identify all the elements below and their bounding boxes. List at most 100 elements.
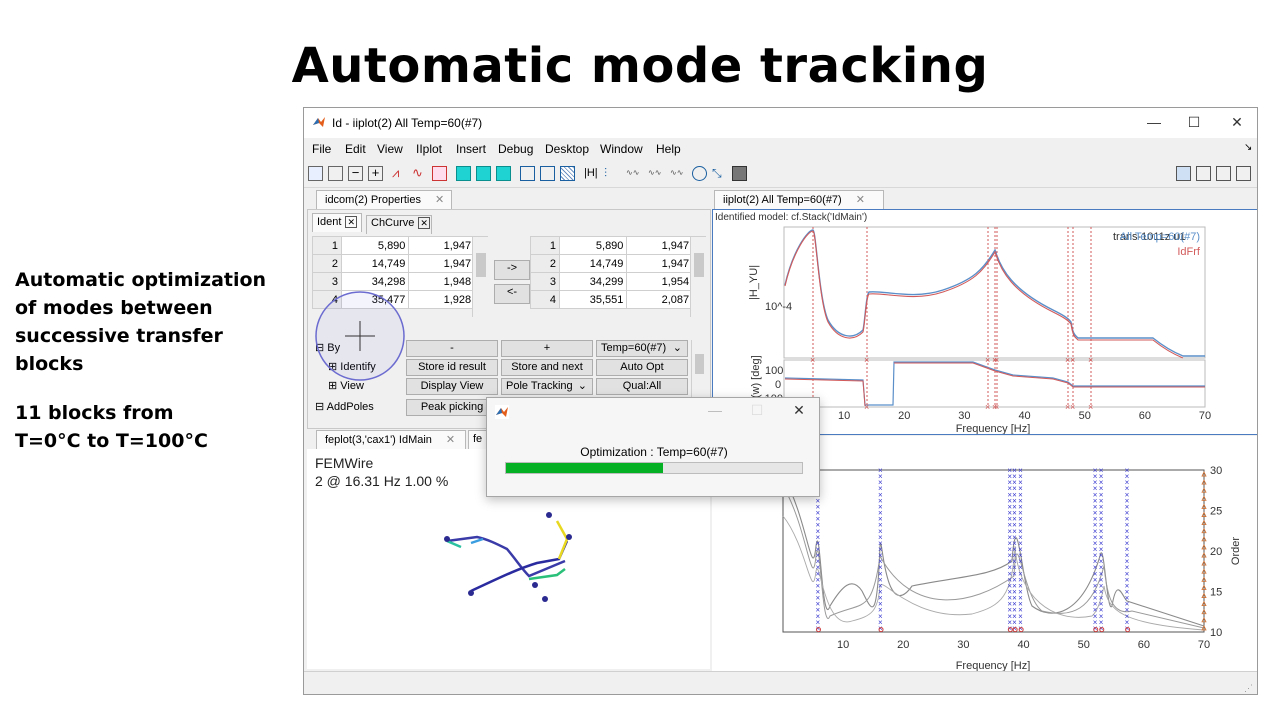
side-line: blocks [15, 353, 84, 375]
close-subtab-icon[interactable]: ✕ [345, 216, 358, 228]
mode-icon-2[interactable]: ∿∿ [648, 166, 663, 181]
refresh-icon[interactable] [432, 166, 447, 181]
pole-marker: × [985, 402, 990, 412]
x-axis-label: Frequency [Hz] [956, 660, 1031, 671]
zoom-in-icon[interactable]: + [368, 166, 383, 181]
close-tab-icon[interactable]: ✕ [435, 194, 444, 206]
dock-arrow-icon[interactable]: ↘ [1244, 142, 1252, 153]
maximize-button[interactable]: ☐ [747, 402, 767, 419]
tab-iiplot[interactable]: iiplot(2) All Temp=60(#7) ✕ [714, 190, 884, 209]
stack-icon[interactable] [540, 166, 555, 181]
resize-grip-icon[interactable]: ⋰ [1244, 683, 1253, 694]
peak-picking-button[interactable]: Peak picking [406, 399, 498, 416]
grid-layout-icon[interactable] [1176, 166, 1191, 181]
fit-icon[interactable]: ∿ [412, 166, 427, 181]
rotate-icon[interactable] [692, 166, 707, 181]
pole-marker-icon[interactable]: ⫶ [604, 166, 619, 181]
phase-tick-label: 100 [765, 365, 783, 377]
subtab-chcurve[interactable]: ChCurve ✕ [366, 215, 432, 234]
close-tab-icon[interactable]: ✕ [446, 434, 455, 446]
horizontal-layout-icon[interactable] [1216, 166, 1231, 181]
close-tab-icon[interactable]: ✕ [856, 194, 865, 206]
maximize-button[interactable]: ☐ [1184, 114, 1204, 131]
table-left-scrollbar[interactable] [472, 237, 489, 317]
table-row[interactable]: 2 14,749 1,947 % [312, 254, 488, 273]
table-row[interactable]: 1 5,890 1,947 % [530, 236, 706, 255]
y-tick-label: 10 [1210, 627, 1222, 639]
mode-info: 2 @ 16.31 Hz 1.00 % [315, 473, 449, 489]
scroll-thumb[interactable] [694, 253, 704, 277]
pole-tracking-select[interactable]: Pole Tracking ⌄ [501, 378, 593, 395]
menu-insert[interactable]: Insert [456, 142, 486, 156]
subtab-label: ChCurve [371, 217, 415, 229]
table-row[interactable]: 3 34,298 1,948 % [312, 272, 488, 291]
table-right-scrollbar[interactable] [690, 237, 707, 317]
scroll-thumb[interactable] [695, 354, 704, 374]
pan-icon[interactable]: ⤡ [712, 166, 727, 181]
copy-right-button[interactable]: -> [494, 260, 530, 280]
ident-table-right[interactable]: 1 5,890 1,947 % 2 14,749 1,947 % 3 34,299 1,95… [530, 236, 706, 309]
table-row[interactable]: 4 35,551 2,087 % [530, 290, 706, 309]
data-tool-icon[interactable] [328, 166, 343, 181]
table-row[interactable]: 2 14,749 1,947 % [530, 254, 706, 273]
menu-view[interactable]: View [377, 142, 403, 156]
tree-node-addpoles[interactable]: ⊟ AddPoles [315, 400, 374, 413]
tab-label: idcom(2) Properties [325, 194, 421, 206]
minimize-button[interactable]: — [1144, 114, 1164, 130]
store-id-result-button[interactable]: Store id result [406, 359, 498, 376]
mode-icon-3[interactable]: ∿∿ [670, 166, 685, 181]
layout-rows-icon[interactable] [476, 166, 491, 181]
pole-marker: × [994, 355, 999, 365]
menu-edit[interactable]: Edit [345, 142, 366, 156]
temp-select[interactable]: Temp=60(#7) ⌄ [596, 340, 688, 357]
subtab-ident[interactable]: Ident ✕ [312, 213, 362, 232]
x-tick-label: 30 [957, 639, 969, 651]
menu-window[interactable]: Window [600, 142, 643, 156]
vertical-layout-icon[interactable] [1196, 166, 1211, 181]
close-subtab-icon[interactable]: ✕ [418, 217, 430, 229]
auto-opt-button[interactable]: Auto Opt [596, 359, 688, 376]
y-axis-label: Order [1230, 537, 1242, 565]
menu-desktop[interactable]: Desktop [545, 142, 589, 156]
y-tick-label: 30 [1210, 465, 1222, 477]
single-layout-icon[interactable] [1236, 166, 1251, 181]
side-line: of modes between [15, 297, 213, 319]
x-tick-label: 10 [837, 639, 849, 651]
display-view-button[interactable]: Display View [406, 378, 498, 395]
x-tick-label: 50 [1079, 410, 1091, 422]
side-line: successive transfer [15, 325, 223, 347]
layout-split-icon[interactable] [496, 166, 511, 181]
store-and-next-button[interactable]: Store and next [501, 359, 593, 376]
bar-marker-icon[interactable]: |H| [584, 166, 599, 181]
close-button[interactable]: ✕ [789, 402, 809, 419]
layout-full-icon[interactable] [456, 166, 471, 181]
menu-iiplot[interactable]: IIplot [416, 142, 442, 156]
increment-button[interactable]: + [501, 340, 593, 357]
hatch-icon[interactable] [560, 166, 575, 181]
y-tick-label: 25 [1210, 506, 1222, 518]
copy-left-button[interactable]: <- [494, 284, 530, 304]
menu-debug[interactable]: Debug [498, 142, 533, 156]
tab-feplot[interactable]: feplot(3,'cax1') IdMain ✕ [316, 430, 466, 449]
x-tick-label: 60 [1139, 410, 1151, 422]
stab-pole-marker: × [1093, 466, 1098, 475]
mode-icon-1[interactable]: ∿∿ [626, 166, 641, 181]
tab-feplot-2[interactable]: fe [468, 430, 488, 449]
table-row[interactable]: 3 34,299 1,954 % [530, 272, 706, 291]
zoom-out-icon[interactable]: − [348, 166, 363, 181]
menu-help[interactable]: Help [656, 142, 681, 156]
table-row[interactable]: 1 5,890 1,947 % [312, 236, 488, 255]
peak-icon[interactable]: ⩘ [392, 166, 407, 181]
tab-idcom-properties[interactable]: idcom(2) Properties ✕ [316, 190, 452, 209]
scroll-thumb[interactable] [476, 253, 486, 277]
decrement-button[interactable]: - [406, 340, 498, 357]
columns-icon[interactable] [520, 166, 535, 181]
minimize-button[interactable]: — [705, 402, 725, 418]
qual-all-button[interactable]: Qual:All [596, 378, 688, 395]
cursor-tool-icon[interactable] [308, 166, 323, 181]
legend-series1: All Temp=60(#7) [1120, 231, 1200, 243]
camera-icon[interactable] [732, 166, 747, 181]
mode-shape-view[interactable] [427, 499, 587, 609]
menu-file[interactable]: File [312, 142, 331, 156]
close-button[interactable]: ✕ [1227, 114, 1247, 131]
